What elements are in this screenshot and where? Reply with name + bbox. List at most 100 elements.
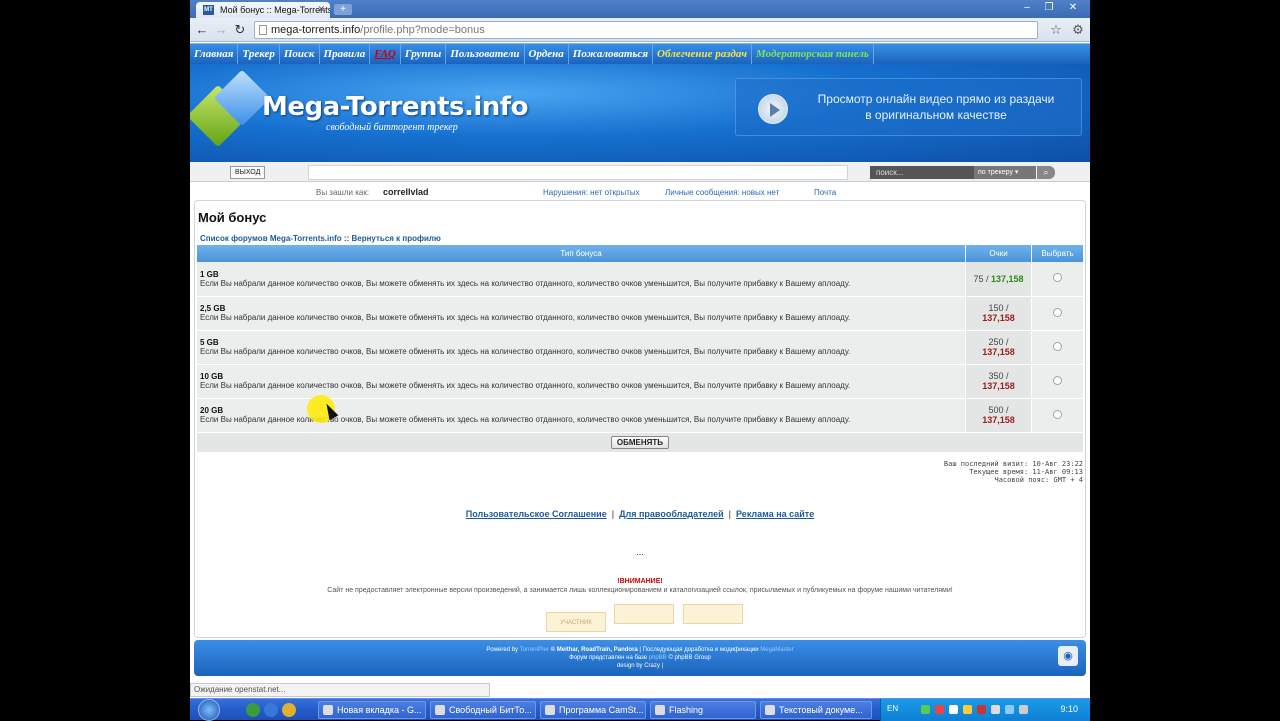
maximize-icon[interactable]: ❐ <box>1040 1 1058 15</box>
last-visit: Ваш последний визит: 10-Авг 23:22 <box>943 460 1083 468</box>
footer-forum-text: Форум представлен на базе <box>569 655 648 661</box>
bonus-radio[interactable] <box>1053 341 1062 351</box>
reload-icon[interactable]: ↻ <box>231 21 249 39</box>
bonus-points: 150 /137,158 <box>965 296 1032 331</box>
bonus-points: 250 /137,158 <box>965 330 1032 365</box>
mail-link[interactable]: Почта <box>814 188 836 197</box>
search-icon[interactable]: ⌕ <box>1037 166 1055 179</box>
username[interactable]: correllvlad <box>383 187 429 197</box>
bonus-radio[interactable] <box>1053 273 1062 283</box>
bonus-size: 2,5 GB <box>200 304 226 313</box>
exchange-button[interactable]: ОБМЕНЯТЬ <box>610 435 670 449</box>
site-navigation: Главная Трекер Поиск Правила FAQ Группы Пользо… <box>190 43 1090 64</box>
start-button[interactable] <box>198 699 220 721</box>
rss-icon[interactable]: ◉ <box>1058 646 1078 666</box>
tray-icon[interactable] <box>921 705 930 714</box>
col-select: Выбрать <box>1031 245 1084 262</box>
bonus-size: 5 GB <box>200 338 219 347</box>
taskbar-item[interactable]: Новая вкладка - G... <box>318 701 426 719</box>
bookmark-star-icon[interactable]: ☆ <box>1048 21 1064 39</box>
nav-tracker[interactable]: Трекер <box>238 44 280 64</box>
wrench-icon[interactable]: ⚙ <box>1070 21 1086 39</box>
advertising-link[interactable]: Реклама на сайте <box>736 509 814 519</box>
video-promo[interactable]: Просмотр онлайн видео прямо из раздачи в… <box>735 78 1082 136</box>
tray-icon[interactable] <box>1019 705 1028 714</box>
footer-powered: Powered by <box>486 647 519 653</box>
table-row: 5 GB Если Вы набрали данное количество оч… <box>197 330 1084 365</box>
bonus-radio[interactable] <box>1053 409 1062 419</box>
quicklaunch-icon[interactable] <box>264 703 278 717</box>
tray-icon[interactable] <box>963 705 972 714</box>
bonus-select <box>1031 398 1084 433</box>
tray-icon[interactable] <box>949 705 958 714</box>
language-indicator[interactable]: EN <box>887 704 898 713</box>
promo-line-1: Просмотр онлайн видео прямо из раздачи <box>817 92 1055 106</box>
nav-users[interactable]: Пользователи <box>446 44 525 64</box>
phpbb-link[interactable]: phpBB <box>649 655 667 661</box>
footer-line-3: design by Crazy | <box>616 663 664 669</box>
messages-link[interactable]: Личные сообщения: новых нет <box>665 188 779 197</box>
tray-icon[interactable] <box>935 705 944 714</box>
site-favicon-icon: MT <box>203 5 214 15</box>
taskbar-item[interactable]: Текстовый докуме... <box>760 701 872 719</box>
taskbar-item[interactable]: Flashing <box>650 701 756 719</box>
bonus-radio[interactable] <box>1053 375 1062 385</box>
current-time: Текущее время: 11-Авг 09:13 <box>969 468 1083 476</box>
rightholders-link[interactable]: Для правообладателей <box>619 509 724 519</box>
nav-moderator-panel[interactable]: Модераторская панель <box>752 44 874 64</box>
close-tab-icon[interactable]: ✕ <box>317 4 325 15</box>
col-bonus-type: Тип бонуса <box>197 245 966 262</box>
nav-search[interactable]: Поиск <box>280 44 320 64</box>
browser-tab[interactable]: MT Мой бонус :: Mega-Torrents.info ✕ <box>196 2 330 18</box>
table-row: 2,5 GB Если Вы набрали данное количество … <box>197 296 1084 331</box>
nav-seed-relief[interactable]: Облегчение раздач <box>653 44 753 64</box>
counter-badge[interactable]: УЧАСТНИК <box>546 612 606 632</box>
bonus-select <box>1031 364 1084 399</box>
close-window-icon[interactable]: ✕ <box>1064 1 1082 15</box>
bonus-radio[interactable] <box>1053 307 1062 317</box>
megamaster-link[interactable]: MegaMaster <box>760 647 793 653</box>
nav-home[interactable]: Главная <box>190 44 239 64</box>
bonus-points: 75 / 137,158 <box>965 262 1032 297</box>
search-input[interactable]: поиск... <box>870 166 974 179</box>
address-bar[interactable]: mega-torrents.info/profile.php?mode=bonu… <box>254 21 1038 39</box>
page-icon <box>259 25 267 35</box>
points-current: 137,158 <box>982 347 1015 357</box>
nav-faq[interactable]: FAQ <box>370 44 401 64</box>
taskbar-item[interactable]: Свободный БитТо... <box>430 701 536 719</box>
site-logo[interactable]: Mega-Torrents.info <box>262 92 528 122</box>
bonus-text: Если Вы набрали данное количество очков,… <box>200 415 851 424</box>
crumb-back-to-profile[interactable]: Вернуться к профилю <box>351 234 440 243</box>
bonus-size: 1 GB <box>200 269 219 279</box>
violations-link[interactable]: Нарушения: нет открытых <box>543 188 640 197</box>
login-search-strip: ВЫХОД поиск... по трекеру ▾ ⌕ <box>190 162 1090 182</box>
agreement-link[interactable]: Пользовательское Соглашение <box>466 509 607 519</box>
quicklaunch-icon[interactable] <box>246 703 260 717</box>
chrome-icon[interactable] <box>282 703 296 717</box>
nav-groups[interactable]: Группы <box>401 44 447 64</box>
counter-badge[interactable] <box>614 604 675 624</box>
volume-icon[interactable] <box>991 705 1000 714</box>
url-path: /profile.php?mode=bonus <box>360 24 485 36</box>
tray-icon[interactable] <box>977 705 986 714</box>
taskbar-item[interactable]: Программа CamSt... <box>540 701 646 719</box>
new-tab-button[interactable]: + <box>334 4 352 15</box>
nav-rules[interactable]: Правила <box>320 44 371 64</box>
logout-button[interactable]: ВЫХОД <box>230 166 266 179</box>
bonus-select <box>1031 262 1084 297</box>
nav-complain[interactable]: Пожаловаться <box>569 44 654 64</box>
minimize-icon[interactable]: ‒ <box>1018 1 1036 15</box>
points-cost: 500 <box>988 405 1004 415</box>
nav-orders[interactable]: Ордена <box>525 44 569 64</box>
browser-toolbar: ← → ↻ mega-torrents.info/profile.php?mod… <box>190 18 1090 42</box>
network-icon[interactable] <box>1005 705 1014 714</box>
crumb-forums[interactable]: Список форумов Mega-Torrents.info <box>200 234 342 243</box>
logged-as-label: Вы зашли как: <box>316 188 370 197</box>
bonus-select <box>1031 330 1084 365</box>
search-scope-select[interactable]: по трекеру ▾ <box>974 166 1036 179</box>
points-current: 137,158 <box>982 313 1015 323</box>
counter-badge[interactable] <box>682 604 743 624</box>
back-icon[interactable]: ← <box>193 21 211 39</box>
forward-icon[interactable]: → <box>212 21 230 39</box>
torrentpier-link[interactable]: TorrentPier <box>520 647 549 653</box>
